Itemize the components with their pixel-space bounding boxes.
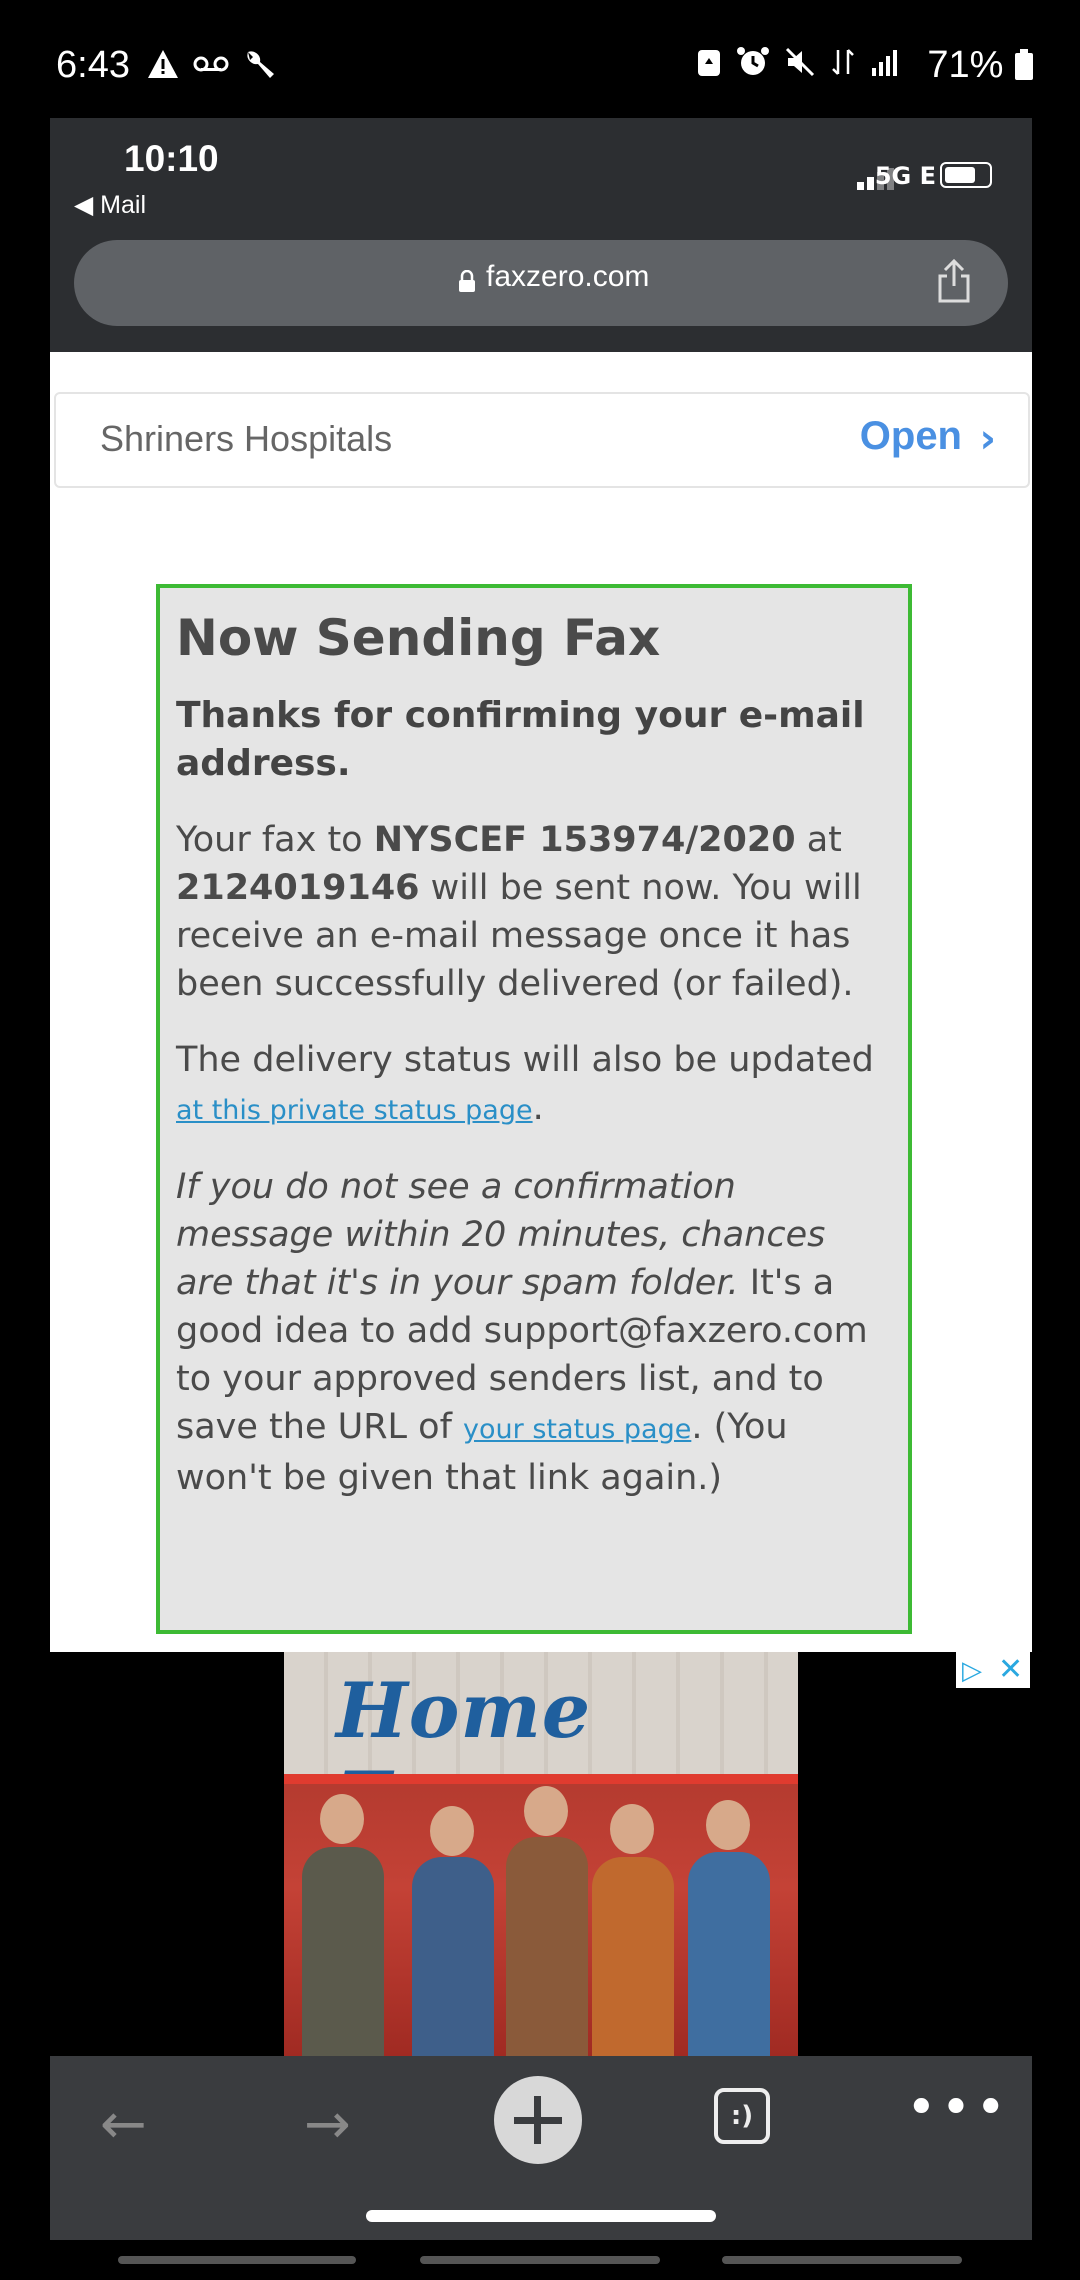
nav-back[interactable] xyxy=(722,2256,962,2264)
fax-number: 2124019146 xyxy=(176,868,420,908)
recipient-name: NYSCEF 153974/2020 xyxy=(373,820,796,860)
ad-photo xyxy=(284,1774,798,2057)
ios-time: 10:10 xyxy=(124,138,219,179)
android-status-bar: 6:43 71% xyxy=(0,0,1080,118)
fax-confirmation-box: Now Sending Fax Thanks for confirming yo… xyxy=(156,584,912,1634)
nav-home[interactable] xyxy=(420,2256,660,2264)
forward-arrow-icon[interactable]: → xyxy=(304,2092,351,2157)
network-type: 5G E xyxy=(874,162,936,190)
alarm-icon xyxy=(737,47,769,75)
person-head xyxy=(610,1804,654,1854)
battery-indicator: 71% xyxy=(927,44,1034,87)
back-arrow-icon[interactable]: ← xyxy=(100,2092,147,2157)
warning-icon xyxy=(148,50,178,78)
status-right-icons xyxy=(696,46,900,78)
page-title: Now Sending Fax xyxy=(176,609,661,667)
person-figure xyxy=(412,1857,494,2057)
chevron-right-icon: › xyxy=(979,416,996,462)
recycle-icon xyxy=(698,50,720,76)
mute-icon xyxy=(785,47,815,77)
person-head xyxy=(524,1786,568,1836)
person-figure xyxy=(506,1837,588,2057)
voicemail-icon xyxy=(193,56,229,72)
spam-notice-paragraph: If you do not see a confirmation message… xyxy=(176,1163,892,1502)
tabs-button[interactable]: :) xyxy=(714,2088,770,2144)
wrench-icon xyxy=(247,51,274,78)
spam-notice-italic: If you do not see a confirmation message… xyxy=(176,1167,826,1303)
text: The delivery status will also be updated xyxy=(176,1040,874,1080)
status-page-link[interactable]: your status page xyxy=(463,1414,691,1445)
app-banner-name: Shriners Hospitals xyxy=(100,418,393,459)
battery-icon xyxy=(1015,49,1033,80)
open-app-button[interactable]: Open xyxy=(860,414,962,459)
cell-signal-icon xyxy=(872,50,897,76)
adchoices-badge[interactable]: ▷ ✕ xyxy=(956,1652,1030,1688)
new-tab-plus-icon[interactable] xyxy=(494,2076,582,2164)
ad-stripe xyxy=(284,1774,798,1784)
advertisement[interactable]: Home Free xyxy=(284,1652,798,2057)
status-time: 6:43 xyxy=(56,44,130,86)
share-icon[interactable] xyxy=(936,258,972,304)
browser-toolbar: ← → :) ••• xyxy=(50,2056,1032,2240)
nav-recents[interactable] xyxy=(118,2256,356,2264)
back-to-mail-link[interactable]: ◀ Mail xyxy=(74,190,146,220)
person-head xyxy=(706,1800,750,1850)
person-figure xyxy=(688,1852,770,2057)
person-head xyxy=(430,1806,474,1856)
embedded-screenshot: 10:10 ◀ Mail 5G E faxzero.com Shriners H… xyxy=(50,118,1032,2240)
address-bar[interactable]: faxzero.com xyxy=(74,240,1008,326)
private-status-link[interactable]: at this private status page xyxy=(176,1095,533,1126)
web-content: Shriners Hospitals Open › Now Sending Fa… xyxy=(50,352,1032,1652)
confirmation-thanks: Thanks for confirming your e-mail addres… xyxy=(176,695,865,784)
close-ad-icon[interactable]: ✕ xyxy=(998,1652,1023,1687)
adchoices-icon[interactable]: ▷ xyxy=(962,1656,982,1686)
battery-percent: 71% xyxy=(927,44,1004,86)
home-indicator[interactable] xyxy=(366,2210,716,2222)
app-banner[interactable]: Shriners Hospitals Open › xyxy=(54,392,1030,488)
person-figure xyxy=(302,1847,384,2057)
android-nav-bar xyxy=(0,2248,1080,2268)
more-menu-icon[interactable]: ••• xyxy=(906,2078,1010,2138)
status-left-icons xyxy=(146,48,276,82)
person-figure xyxy=(592,1857,674,2057)
person-head xyxy=(320,1794,364,1844)
text: at xyxy=(795,820,842,860)
browser-header: 10:10 ◀ Mail 5G E faxzero.com xyxy=(50,118,1032,352)
url-text[interactable]: faxzero.com xyxy=(486,260,649,294)
ios-battery-icon xyxy=(940,162,992,188)
text: . xyxy=(532,1088,544,1128)
lock-icon xyxy=(459,270,475,292)
data-transfer-icon xyxy=(832,49,854,75)
fax-details-paragraph: Your fax to NYSCEF 153974/2020 at 212401… xyxy=(176,816,892,1008)
status-paragraph: The delivery status will also be updated… xyxy=(176,1036,892,1135)
text: Your fax to xyxy=(176,820,374,860)
